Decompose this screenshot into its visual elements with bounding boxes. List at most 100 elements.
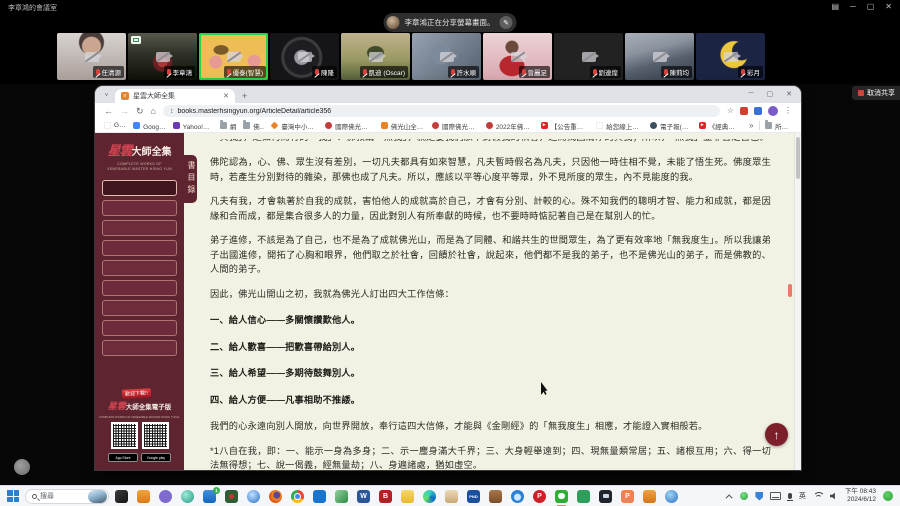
bookmark-item[interactable]: Google 翻譯 [131, 121, 168, 131]
minimize-icon[interactable]: ─ [850, 2, 856, 11]
participant-tile[interactable]: 任清源 [57, 33, 126, 80]
bookmark-item[interactable]: 網社 [218, 121, 238, 131]
menu-kebab-icon[interactable]: ⋮ [784, 107, 792, 115]
taskbar-app-icon[interactable] [225, 490, 238, 503]
extension-red-icon[interactable] [740, 107, 748, 115]
bookmark-item[interactable]: Yahoo!奇摩字典 [171, 121, 215, 131]
participant-tile[interactable]: 優泰(智慧) [199, 33, 268, 80]
sidebar-menu-button[interactable] [102, 320, 177, 336]
participant-tile[interactable]: 劉連煌 [554, 33, 623, 80]
sidebar-menu-button[interactable] [102, 240, 177, 256]
tab-close-icon[interactable]: ✕ [223, 92, 229, 100]
participant-tile[interactable]: 凱迪 (Oscar) [341, 33, 410, 80]
taskbar-app-icon[interactable] [159, 490, 172, 503]
taskbar-app-icon[interactable] [335, 490, 348, 503]
speaker-icon[interactable] [830, 492, 838, 500]
browser-active-tab[interactable]: ≡ 星雲大師全集 ✕ [115, 89, 235, 103]
taskbar-app-icon[interactable] [313, 490, 326, 503]
sidebar-menu-button[interactable] [102, 280, 177, 296]
tray-mic-icon[interactable] [788, 493, 792, 499]
taskbar-app-icon[interactable]: 1 [203, 490, 216, 503]
close-icon[interactable]: ✕ [885, 2, 892, 11]
sidebar-menu-button[interactable] [102, 300, 177, 316]
reload-icon[interactable]: ↻ [136, 107, 144, 116]
home-icon[interactable]: ⌂ [151, 107, 156, 116]
all-bookmarks-folder[interactable]: 所有書籤 [763, 121, 794, 131]
taskbar-app-icon[interactable] [291, 490, 304, 503]
layout-icon[interactable]: ▤ [832, 2, 840, 11]
bookmarks-overflow-icon[interactable]: » [746, 121, 756, 130]
window-scrollbar-thumb[interactable] [796, 137, 800, 179]
participant-tile[interactable]: 曾麗足 [483, 33, 552, 80]
bookmark-item[interactable]: Google [102, 122, 128, 129]
participant-tile[interactable]: 許水順 [412, 33, 481, 80]
browser-maximize-icon[interactable]: ▢ [767, 90, 774, 98]
bookmark-item[interactable]: 國際佛光會中華總會 [323, 121, 376, 131]
bookmark-item[interactable]: 《經典電音多久.. [697, 121, 743, 131]
notification-badge[interactable] [883, 491, 893, 501]
participant-tile[interactable]: 彩月 [696, 33, 765, 80]
taskbar-app-icon[interactable] [423, 490, 436, 503]
sidebar-menu-button[interactable] [102, 200, 177, 216]
extension-blue-icon[interactable] [754, 107, 762, 115]
taskbar-clock[interactable]: 下午 08:43 2024/6/12 [845, 488, 876, 505]
back-icon[interactable]: ← [104, 107, 113, 116]
book-catalog-tab[interactable]: 書目錄 [184, 155, 197, 203]
taskbar-app-icon[interactable] [137, 490, 150, 503]
sidebar-menu-button[interactable] [102, 340, 177, 356]
taskbar-app-icon[interactable] [401, 490, 414, 503]
bookmark-star-icon[interactable]: ☆ [727, 107, 734, 115]
back-to-top-button[interactable]: ↑ [765, 423, 788, 446]
sidebar-menu-button[interactable] [102, 180, 177, 196]
start-button[interactable] [7, 490, 19, 502]
participant-tile[interactable]: 陳隆 [270, 33, 339, 80]
bookmark-item[interactable]: 電子報(ePaper).. [648, 121, 694, 131]
annotate-pencil-icon[interactable]: ✎ [500, 16, 513, 29]
stop-share-button[interactable]: 取消共享 [852, 86, 900, 100]
browser-close-icon[interactable]: ✕ [786, 90, 792, 98]
taskbar-app-icon[interactable]: P [533, 490, 546, 503]
search-highlight-image[interactable] [88, 490, 107, 503]
sidebar-menu-button[interactable] [102, 220, 177, 236]
bookmark-item[interactable]: 給您線上聽歌明天.. [594, 121, 645, 131]
ime-language-indicator[interactable]: 英 [799, 491, 806, 501]
window-scrollbar[interactable] [794, 133, 801, 470]
maximize-icon[interactable]: ▢ [867, 2, 875, 11]
bookmark-item[interactable]: 2022年佛學共修會.. [484, 121, 536, 131]
taskbar-app-icon[interactable] [489, 490, 502, 503]
profile-avatar[interactable] [768, 106, 778, 116]
taskbar-app-icon[interactable] [555, 490, 568, 503]
forward-icon[interactable]: → [120, 107, 129, 116]
tray-expand-icon[interactable] [726, 494, 733, 501]
tray-shield-icon[interactable] [755, 492, 763, 501]
taskbar-app-icon[interactable]: W [357, 490, 370, 503]
address-bar[interactable]: ↕ books.masterhsingyun.org/ArticleDetail… [163, 105, 720, 117]
bookmark-item[interactable]: 佛光會 [241, 121, 266, 131]
bookmark-item[interactable]: 臺灣中小企業銀行.. [269, 121, 320, 131]
taskbar-app-icon[interactable] [599, 490, 612, 503]
participant-tile[interactable]: 陳莉均 [625, 33, 694, 80]
browser-minimize-icon[interactable]: ─ [749, 90, 754, 98]
taskbar-app-icon[interactable]: PND [467, 490, 480, 503]
participant-tile[interactable]: 李章鴻 [128, 33, 197, 80]
googleplay-button[interactable]: Google play [141, 453, 171, 462]
bookmark-item[interactable]: 國際佛光會中華總.. [430, 121, 481, 131]
tab-search-icon[interactable]: ˅ [101, 90, 112, 101]
wifi-icon[interactable] [813, 492, 823, 500]
site-info-icon[interactable]: ↕ [170, 108, 174, 115]
meeting-float-widget[interactable] [14, 459, 30, 475]
taskbar-app-icon[interactable]: P [621, 490, 634, 503]
taskbar-app-icon[interactable] [511, 490, 524, 503]
sidebar-menu-button[interactable] [102, 260, 177, 276]
taskbar-app-icon[interactable] [269, 490, 282, 503]
taskbar-app-icon[interactable]: B [379, 490, 392, 503]
taskbar-app-icon[interactable] [181, 490, 194, 503]
touch-keyboard-icon[interactable] [770, 492, 781, 500]
taskbar-search[interactable]: 搜尋 [25, 489, 109, 504]
taskbar-app-icon[interactable] [115, 490, 128, 503]
tray-green-icon[interactable] [740, 492, 748, 500]
page-scrollbar-thumb[interactable] [788, 284, 792, 297]
taskbar-app-icon[interactable] [665, 490, 678, 503]
taskbar-app-icon[interactable] [577, 490, 590, 503]
new-tab-button[interactable]: + [242, 91, 247, 101]
